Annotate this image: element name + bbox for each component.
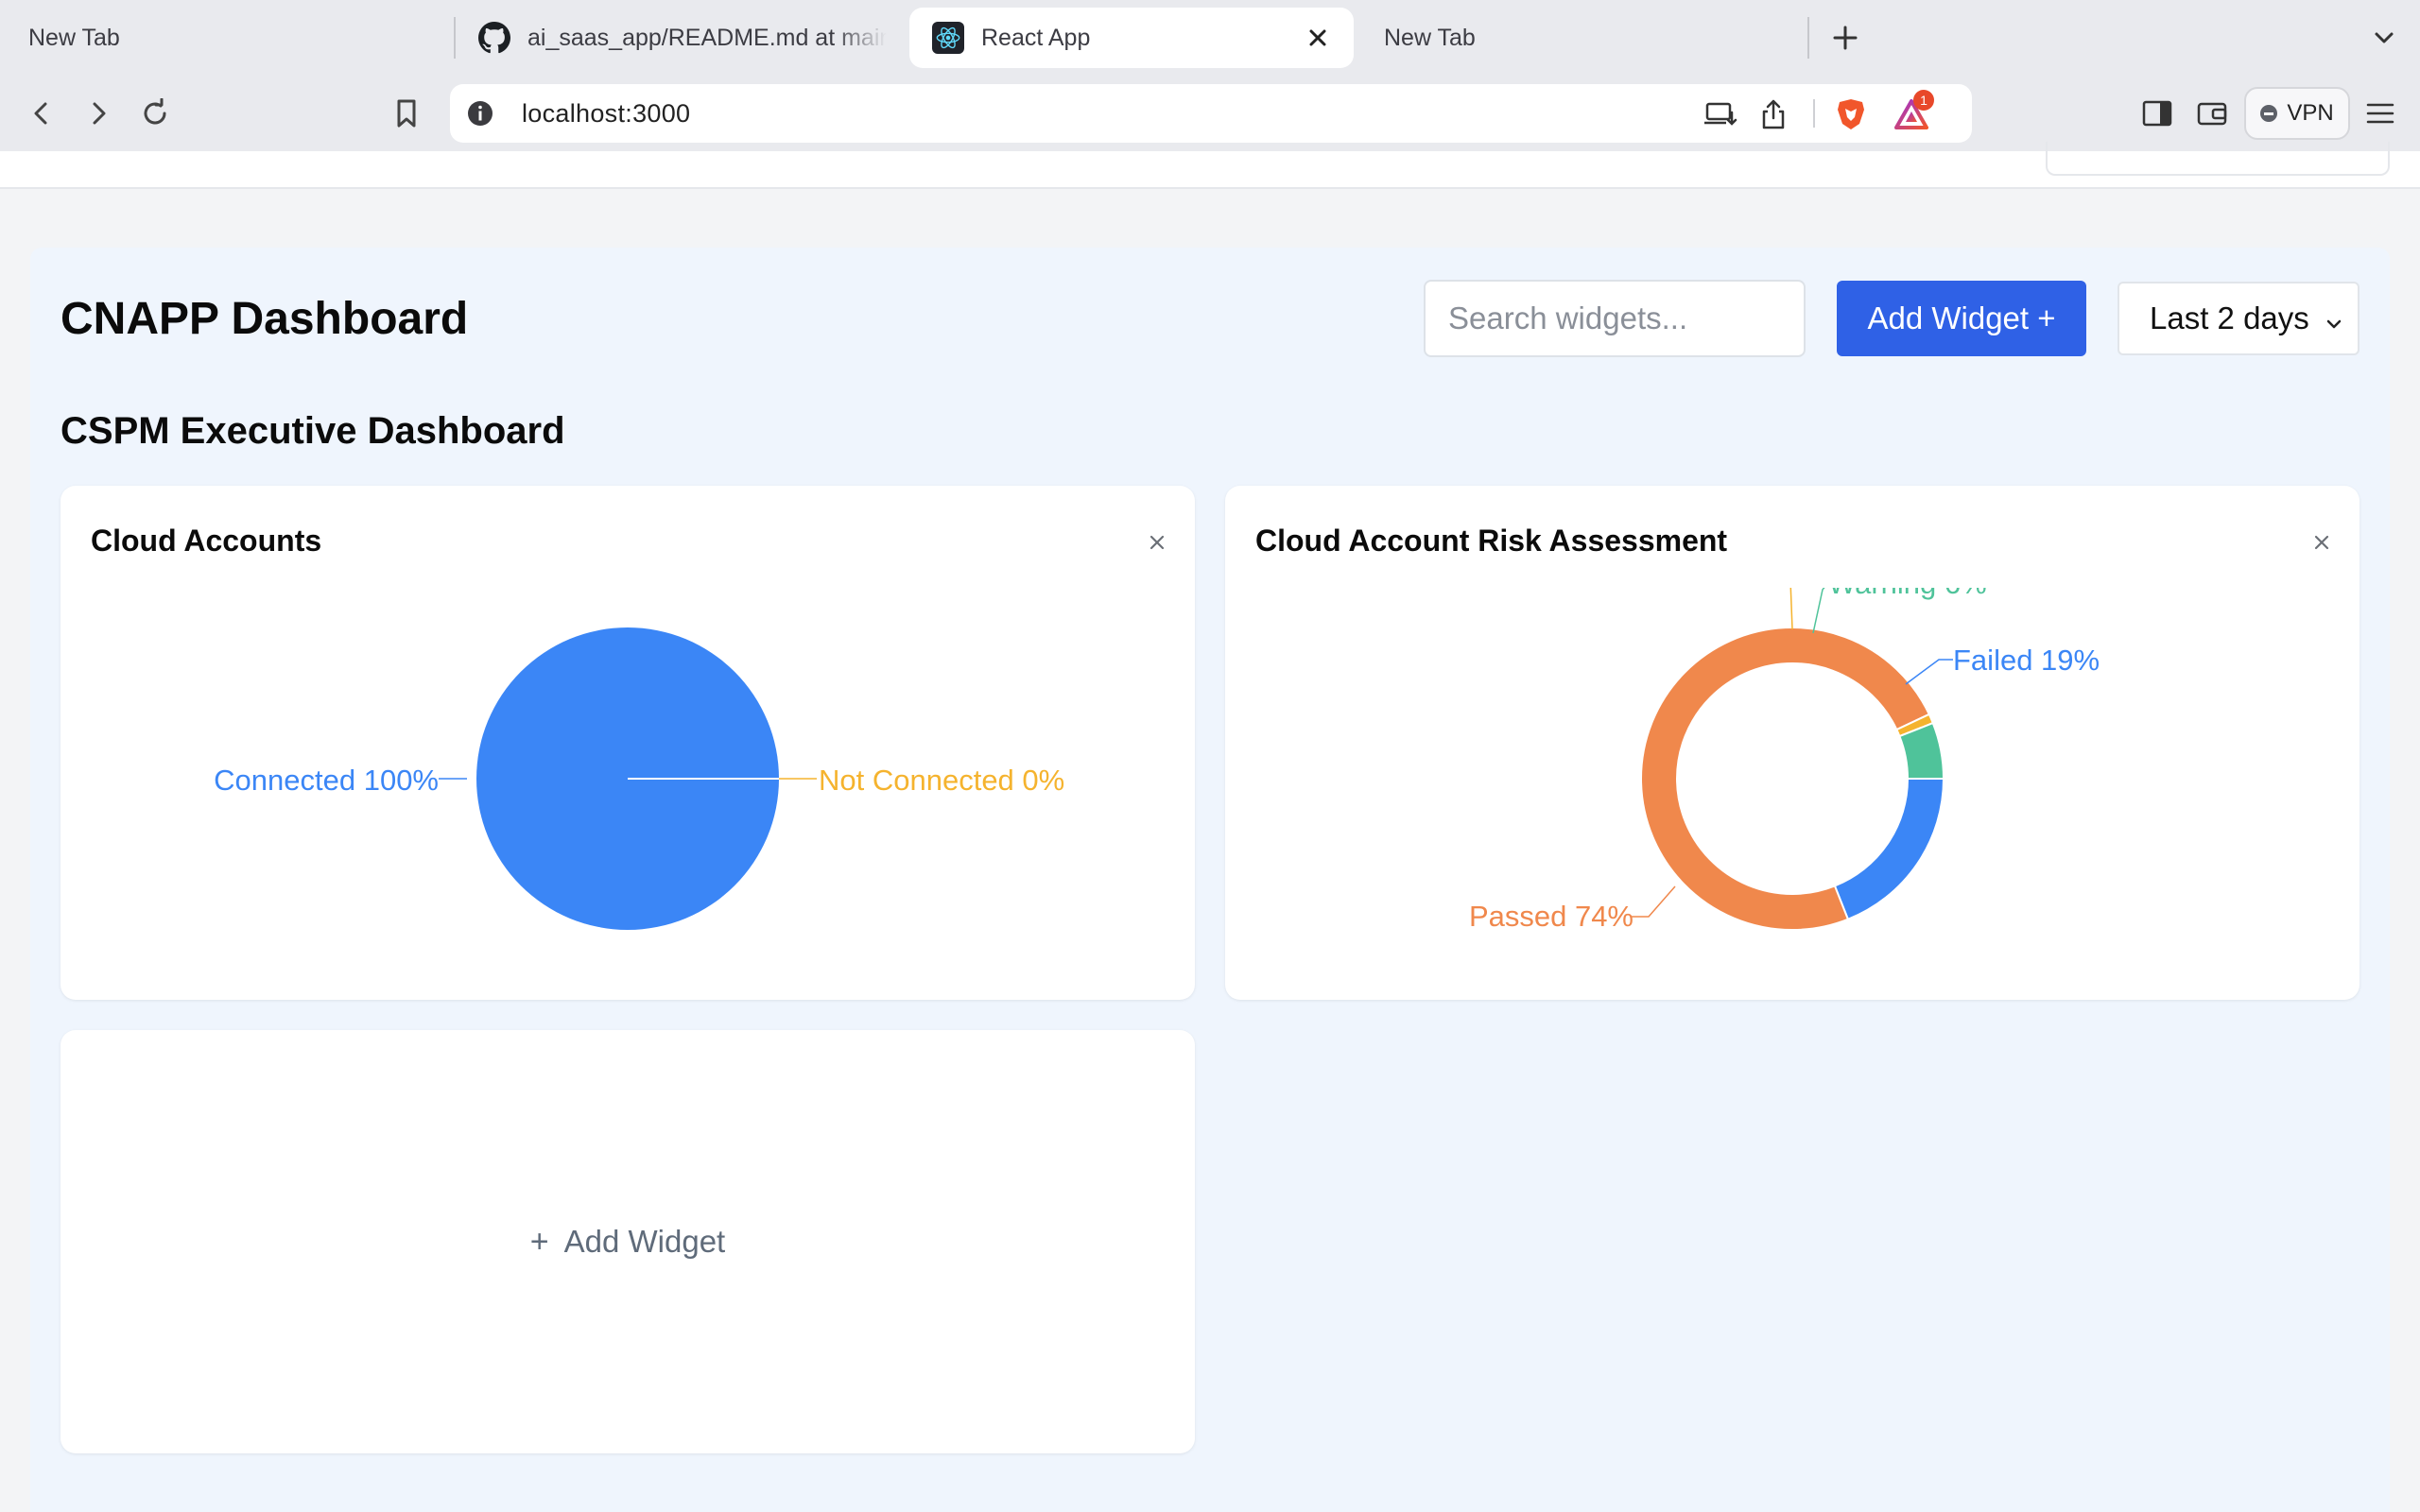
header-control[interactable] bbox=[2046, 142, 2390, 176]
close-tab-icon[interactable] bbox=[1301, 21, 1335, 55]
address-text: localhost:3000 bbox=[522, 99, 691, 128]
tab-separator bbox=[454, 17, 456, 59]
vpn-status-icon bbox=[2260, 105, 2278, 122]
page-top-bar bbox=[0, 142, 2420, 189]
sidebar-toggle-icon[interactable] bbox=[2135, 91, 2180, 136]
address-bar-divider bbox=[1813, 99, 1815, 128]
vpn-label: VPN bbox=[2287, 100, 2334, 126]
add-widget-button[interactable]: Add Widget + bbox=[1837, 281, 2086, 356]
new-tab-plus-icon[interactable] bbox=[1824, 17, 1866, 59]
label-leader-failed bbox=[1905, 659, 1953, 685]
cloud-accounts-pie-chart: Connected 100% Not Connected 0% bbox=[214, 627, 1064, 930]
brave-rewards-icon[interactable]: 1 bbox=[1893, 90, 1934, 133]
browser-tab-bar: New Tab ai_saas_app/README.md at main Re… bbox=[0, 0, 2420, 76]
tab-list-chevron-icon[interactable] bbox=[2363, 17, 2405, 59]
plus-icon: + bbox=[529, 1223, 549, 1260]
wallet-icon[interactable] bbox=[2189, 91, 2235, 136]
label-leader-passed bbox=[1632, 885, 1676, 918]
tab-title: New Tab bbox=[28, 24, 120, 51]
donut-slice-failed bbox=[1833, 778, 1945, 921]
forward-arrow-icon[interactable] bbox=[76, 91, 121, 136]
widget-title: Cloud Account Risk Assessment bbox=[1255, 524, 1728, 558]
back-arrow-icon[interactable] bbox=[19, 91, 64, 136]
brave-shields-icon[interactable] bbox=[1832, 95, 1870, 133]
address-bar[interactable]: localhost:3000 1 bbox=[450, 84, 1972, 143]
dashboard-container: CNAPP Dashboard Add Widget + Last 2 days… bbox=[30, 248, 2390, 1512]
search-widgets-input[interactable] bbox=[1424, 280, 1806, 357]
vpn-button[interactable]: VPN bbox=[2244, 87, 2350, 140]
tab-new-tab-2[interactable]: New Tab bbox=[1369, 8, 1804, 68]
bookmark-icon[interactable] bbox=[384, 91, 429, 136]
github-icon bbox=[478, 22, 510, 54]
pie-label-not-connected: Not Connected 0% bbox=[819, 764, 1064, 797]
section-title: CSPM Executive Dashboard bbox=[60, 410, 565, 452]
close-icon[interactable] bbox=[1142, 527, 1172, 558]
chevron-down-icon bbox=[2322, 308, 2346, 344]
add-widget-placeholder[interactable]: + Add Widget bbox=[60, 1030, 1195, 1453]
hamburger-menu-icon[interactable] bbox=[2358, 91, 2403, 136]
page-title: CNAPP Dashboard bbox=[60, 294, 469, 344]
pie-label-connected: Connected 100% bbox=[214, 764, 439, 797]
tab-separator bbox=[1807, 17, 1809, 59]
widget-risk-assessment: Cloud Account Risk Assessment Failed 19%… bbox=[1225, 486, 2360, 1000]
tab-title: ai_saas_app/README.md at main bbox=[527, 24, 887, 51]
reload-icon[interactable] bbox=[132, 91, 178, 136]
tab-react-app[interactable]: React App bbox=[909, 8, 1354, 68]
tab-title: New Tab bbox=[1384, 24, 1476, 51]
risk-assessment-donut-chart: Failed 19% Passed 74% Warning 6% bbox=[1469, 580, 2100, 933]
time-range-value: Last 2 days bbox=[2150, 301, 2309, 335]
site-info-icon[interactable] bbox=[465, 98, 495, 129]
donut-label-passed: Passed 74% bbox=[1469, 900, 1634, 933]
donut-label-failed: Failed 19% bbox=[1953, 644, 2100, 677]
add-widget-placeholder-label: Add Widget bbox=[563, 1224, 726, 1259]
share-icon[interactable] bbox=[1754, 95, 1792, 133]
tab-github-readme[interactable]: ai_saas_app/README.md at main bbox=[469, 8, 889, 68]
widget-title: Cloud Accounts bbox=[91, 524, 322, 558]
react-icon bbox=[932, 22, 964, 54]
donut-label-warning: Warning 6% bbox=[1828, 580, 1987, 600]
close-icon[interactable] bbox=[2307, 527, 2337, 558]
rewards-notification-badge: 1 bbox=[1913, 90, 1934, 111]
widget-cloud-accounts: Cloud Accounts Connected 100% Not Connec… bbox=[60, 486, 1195, 1000]
browser-toolbar: localhost:3000 1 VPN bbox=[0, 76, 2420, 151]
label-leader-other bbox=[1789, 588, 1793, 630]
tab-title: React App bbox=[981, 24, 1091, 51]
add-widget-card[interactable]: + Add Widget bbox=[60, 1030, 1195, 1453]
cast-install-icon[interactable] bbox=[1702, 95, 1739, 133]
time-range-select[interactable]: Last 2 days bbox=[2118, 282, 2360, 355]
tab-new-tab-1[interactable]: New Tab bbox=[13, 8, 448, 68]
